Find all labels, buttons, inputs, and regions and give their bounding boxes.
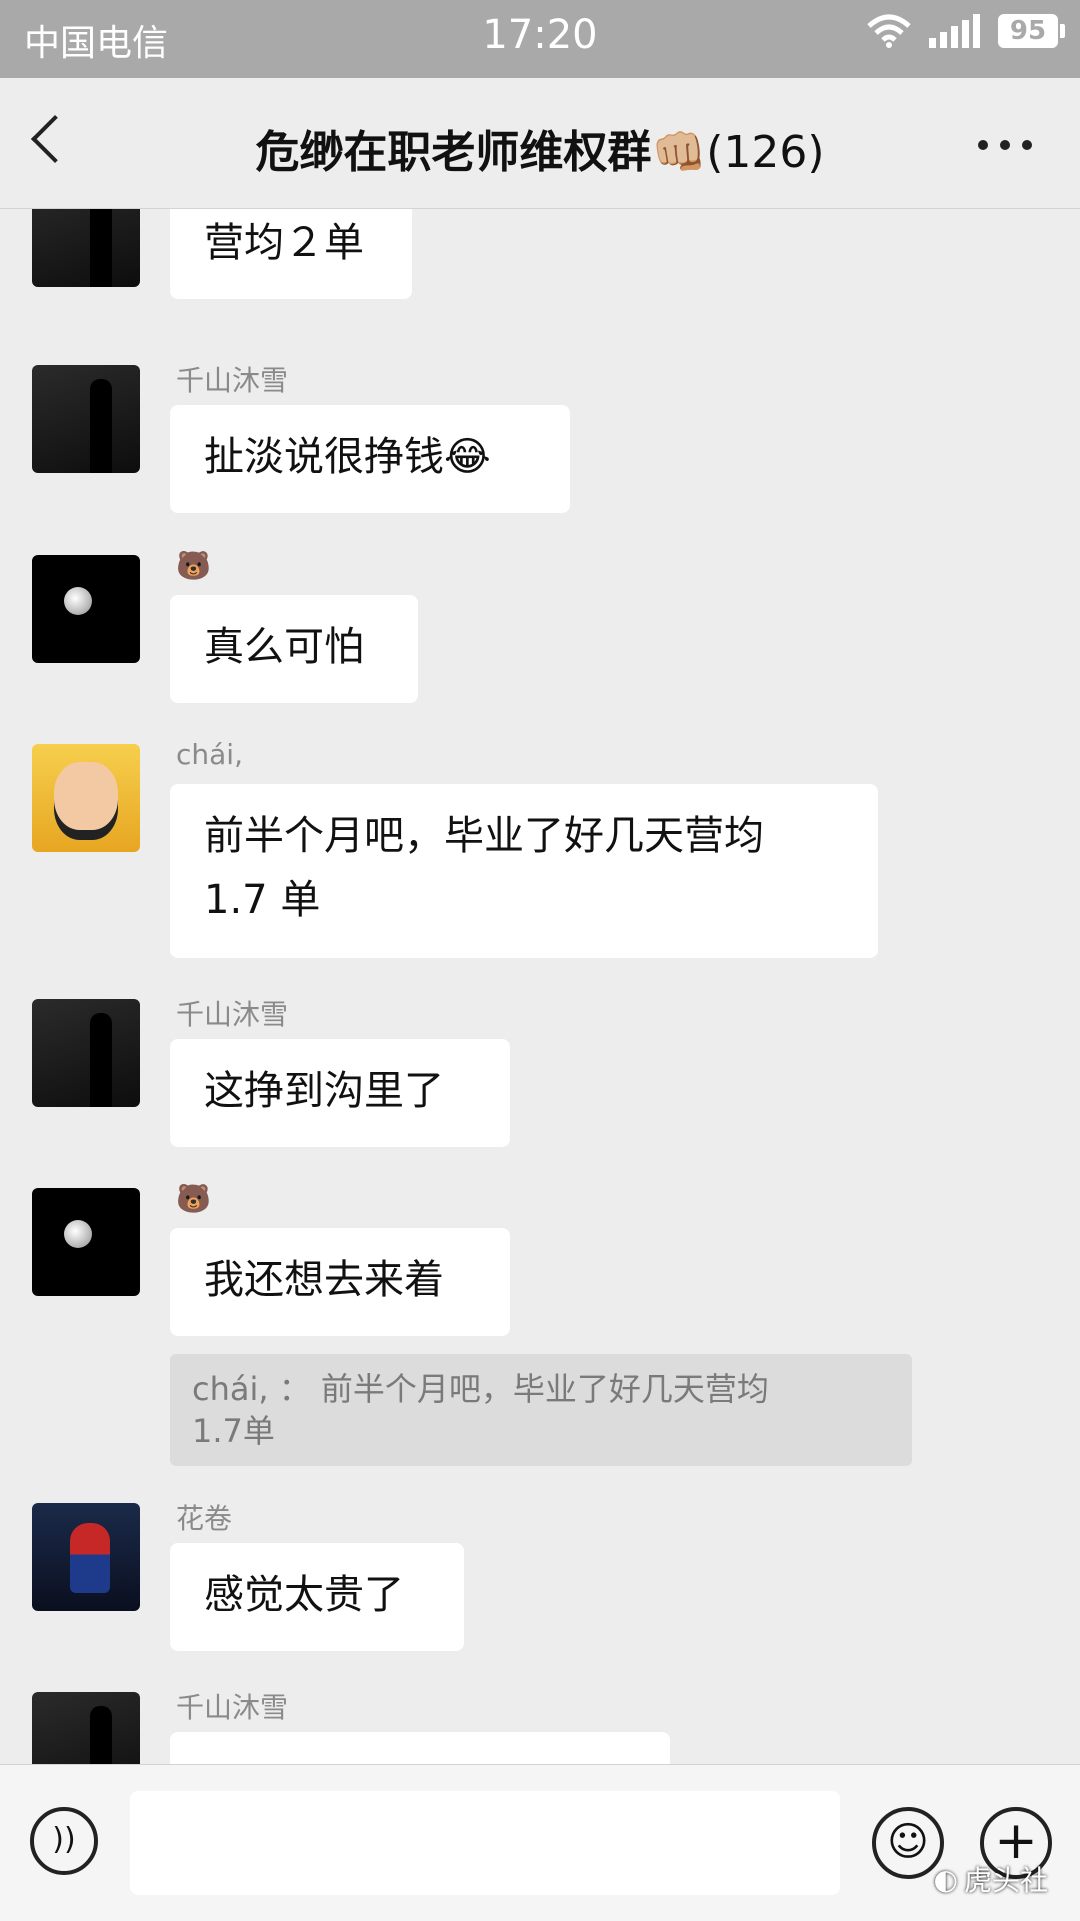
- input-bar: )) ☺ + ◐ 虎头社: [0, 1764, 1080, 1921]
- avatar[interactable]: [32, 1188, 140, 1296]
- quote-text: 1.7单: [192, 1412, 275, 1450]
- chat-header: 危缈在职老师维权群👊🏼(126): [0, 78, 1080, 209]
- avatar[interactable]: [32, 365, 140, 473]
- signal-icon: [929, 14, 980, 48]
- watermark-logo-icon: ◐: [933, 1862, 958, 1896]
- avatar[interactable]: [32, 555, 140, 663]
- message-bubble[interactable]: 感觉太贵了: [170, 1543, 464, 1651]
- message-bubble[interactable]: 扯淡说很挣钱😂: [170, 405, 570, 513]
- avatar[interactable]: [32, 1692, 140, 1764]
- message-bubble[interactable]: 这挣到沟里了: [170, 1039, 510, 1147]
- status-icons: 95: [867, 14, 1065, 48]
- avatar[interactable]: [32, 209, 140, 287]
- avatar[interactable]: [32, 744, 140, 852]
- message-bubble[interactable]: 真么可怕: [170, 595, 418, 703]
- status-bar: 中国电信 17:20 95: [0, 0, 1080, 78]
- sender-name: 花卷: [176, 1502, 233, 1535]
- sender-name: chái,: [176, 738, 243, 771]
- message-bubble[interactable]: 营均２单: [170, 209, 412, 299]
- voice-icon[interactable]: )): [30, 1807, 98, 1875]
- wifi-icon: [867, 14, 911, 48]
- message-input[interactable]: [130, 1791, 840, 1895]
- quoted-message[interactable]: chái, ： 前半个月吧，毕业了好几天营均 1.7单: [170, 1354, 912, 1466]
- message-list[interactable]: 营均２单 千山沐雪 扯淡说很挣钱😂 🐻 真么可怕 chái, 前半个月吧，毕业了…: [0, 209, 1080, 1764]
- fist-emoji: 👊🏼: [651, 127, 707, 178]
- message-bubble[interactable]: [170, 1732, 670, 1764]
- watermark: ◐ 虎头社: [934, 1859, 1048, 1899]
- chat-title: 危缈在职老师维权群👊🏼(126): [0, 116, 1080, 180]
- avatar[interactable]: [32, 999, 140, 1107]
- sender-name: 千山沐雪: [176, 1691, 289, 1724]
- sender-name: 🐻: [176, 1182, 211, 1215]
- more-dots-icon[interactable]: [978, 140, 1032, 150]
- quote-text: chái, ： 前半个月吧，毕业了好几天营均: [192, 1370, 769, 1408]
- watermark-text: 虎头社: [963, 1864, 1048, 1897]
- sender-name: 千山沐雪: [176, 364, 289, 397]
- sender-name: 千山沐雪: [176, 998, 289, 1031]
- battery-icon: 95: [998, 14, 1065, 48]
- message-bubble[interactable]: 我还想去来着: [170, 1228, 510, 1336]
- avatar[interactable]: [32, 1503, 140, 1611]
- message-bubble[interactable]: 前半个月吧，毕业了好几天营均 1.7 单: [170, 784, 878, 958]
- message-text: 1.7 单: [204, 877, 321, 923]
- group-name: 危缈在职老师维权群: [255, 127, 652, 178]
- sender-name: 🐻: [176, 549, 211, 582]
- member-count: (126): [706, 127, 825, 178]
- message-text: 前半个月吧，毕业了好几天营均: [204, 813, 764, 859]
